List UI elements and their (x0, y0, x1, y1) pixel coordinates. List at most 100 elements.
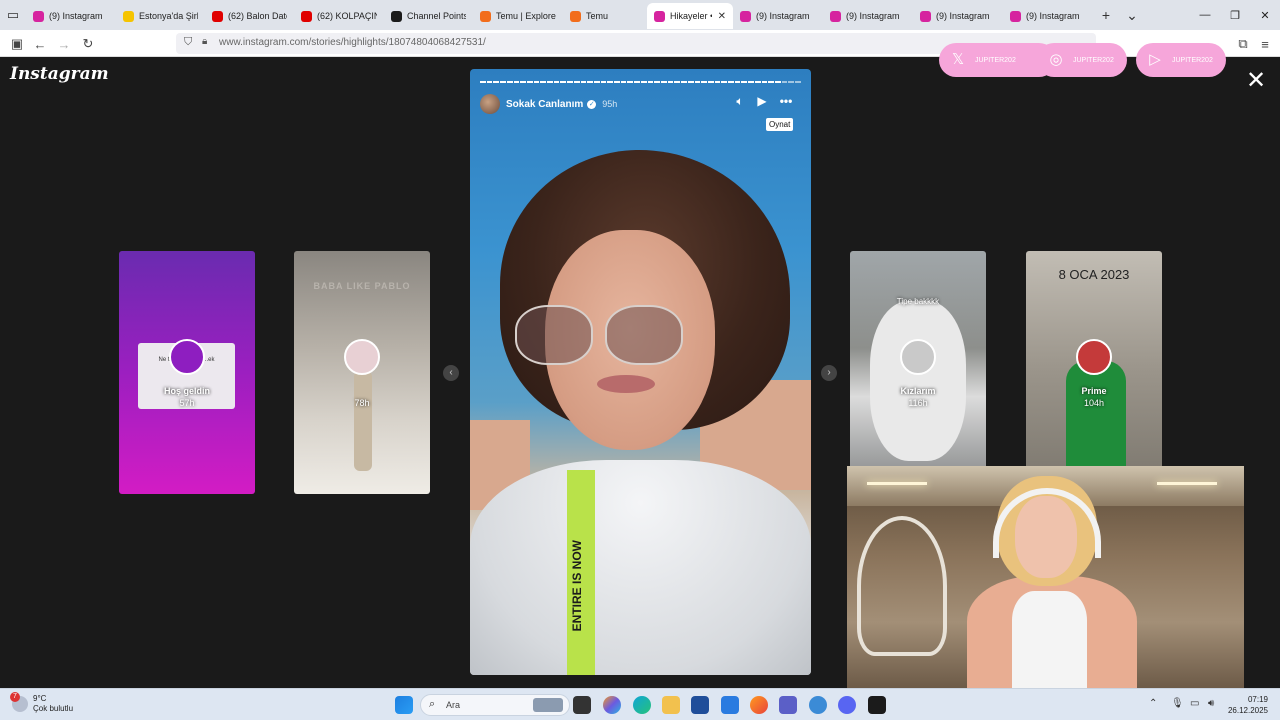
browser-tab[interactable]: (9) Instagram (733, 3, 823, 29)
next-story-arrow[interactable]: › (821, 365, 837, 381)
watermark-text: BABA LIKE PABLO (313, 281, 411, 291)
tab-list-icon[interactable]: ▭ (0, 0, 26, 30)
cloud-icon: 7 (10, 692, 28, 712)
forward-icon[interactable]: → (55, 35, 73, 53)
youtube-icon (301, 10, 312, 22)
url-text[interactable]: www.instagram.com/stories/highlights/180… (219, 37, 486, 48)
menu-icon[interactable]: ≡ (1256, 35, 1274, 53)
progress-segment (500, 81, 506, 83)
lightning-icon (123, 10, 134, 22)
progress-segment (694, 81, 701, 83)
progress-segment (486, 81, 493, 83)
highlight-time: 116h (908, 398, 928, 408)
browser-tab[interactable]: (9) Instagram (26, 3, 116, 29)
highlight-thumb-prime[interactable]: 8 OCA 2023 Prime 104h (1026, 251, 1162, 494)
highlight-avatar (900, 339, 936, 375)
progress-segment (660, 81, 667, 83)
kick-icon[interactable] (868, 696, 886, 714)
weather-widget[interactable]: 7 9°C Çok bulutlu (10, 692, 73, 714)
highlight-time: 78h (354, 398, 370, 408)
green-outfit (1066, 361, 1126, 471)
browser-tab[interactable]: Temu (563, 3, 647, 29)
tray-chevron-icon[interactable]: ⌃ (1149, 698, 1157, 709)
highlight-time: 57h (179, 398, 195, 408)
streamer-top (1012, 591, 1087, 689)
story-progress-bar (480, 81, 801, 83)
story-avatar[interactable] (480, 94, 500, 114)
progress-segment (593, 81, 600, 83)
tab-strip: (9) Instagram Estonya'da Şirket (62) Balon… (26, 1, 1093, 29)
story-subject-jacket (470, 460, 811, 675)
minimize-icon[interactable]: — (1190, 0, 1220, 30)
close-icon[interactable]: ✕ (1243, 68, 1269, 94)
youtube-icon: ▷ (1149, 51, 1161, 68)
highlight-thumb-hos-geldin[interactable]: Ne t... özel içe... ...ek istiyorsun? Ho… (119, 251, 255, 494)
progress-segment (513, 81, 520, 83)
file-explorer-icon[interactable] (662, 696, 680, 714)
story-username[interactable]: Sokak Canlanım (506, 99, 583, 110)
new-tab-button[interactable]: + (1093, 7, 1119, 23)
extensions-icon[interactable]: ⧉ (1234, 35, 1252, 53)
verified-icon: ✓ (587, 99, 597, 109)
volume-icon[interactable]: 🔊︎ (1208, 698, 1214, 709)
x-logo-icon: 𝕏 (951, 51, 965, 68)
back-icon[interactable]: ← (31, 35, 49, 53)
progress-segment (620, 81, 627, 83)
tab-close-icon[interactable]: ✕ (718, 11, 726, 22)
copilot-icon[interactable] (603, 696, 621, 714)
progress-segment (607, 81, 614, 83)
play-tooltip: Oynat (766, 118, 794, 131)
instagram-icon (33, 10, 44, 22)
tab-dropdown-icon[interactable]: ⌄ (1119, 7, 1145, 24)
browser-tab[interactable]: Estonya'da Şirket (116, 3, 205, 29)
shield-icon[interactable]: ⛉ (184, 36, 192, 49)
browser-tab[interactable]: (9) Instagram (823, 3, 913, 29)
firefox-icon[interactable] (750, 696, 768, 714)
play-icon[interactable]: ▶ (753, 94, 771, 108)
maximize-icon[interactable]: ❐ (1220, 0, 1250, 30)
weather-temp: 9°C (33, 694, 47, 703)
search-placeholder: Ara (446, 700, 461, 710)
instagram-icon (654, 10, 665, 22)
browser-tab[interactable]: (62) Balon Date S (205, 3, 294, 29)
tab-label: Channel Points - (407, 11, 466, 21)
browser-tab[interactable]: Temu | Explore th (473, 3, 563, 29)
more-options-icon[interactable]: ••• (777, 94, 795, 108)
task-view-icon[interactable] (573, 696, 591, 714)
settings-icon[interactable] (809, 696, 827, 714)
highlight-thumb-kizlarim[interactable]: Tipe bakkkk Kızlarım 116h (850, 251, 986, 494)
browser-tab[interactable]: (9) Instagram (1003, 3, 1093, 29)
prev-story-arrow[interactable]: ‹ (443, 365, 459, 381)
taskbar-search[interactable]: ⌕ Ara (420, 694, 570, 716)
progress-segment (627, 81, 634, 83)
instagram-icon (740, 10, 751, 22)
window-close-icon[interactable]: ✕ (1250, 0, 1280, 30)
mute-icon[interactable]: 🔈︎ (731, 94, 749, 109)
network-icon[interactable]: ▭ (1190, 698, 1199, 709)
temu-icon (570, 10, 581, 22)
store-icon[interactable] (691, 696, 709, 714)
progress-segment (533, 81, 540, 83)
highlight-title: Prime (1081, 386, 1107, 396)
highlight-thumb-78h[interactable]: BABA LIKE PABLO 78h (294, 251, 430, 494)
edge-icon[interactable] (633, 696, 651, 714)
instagram-logo[interactable]: Instagram (10, 64, 109, 84)
search-highlight-image (533, 698, 563, 712)
progress-segment (547, 81, 553, 83)
discord-icon[interactable] (838, 696, 856, 714)
browser-tab[interactable]: (9) Instagram (913, 3, 1003, 29)
sidebar-toggle-icon[interactable]: ▣ (8, 35, 26, 53)
progress-segment (781, 81, 788, 83)
outlook-icon[interactable] (721, 696, 739, 714)
browser-tab[interactable]: Hikayeler • Ins ✕ (647, 3, 733, 29)
taskbar-clock[interactable]: 07:19 26.12.2025 (1226, 694, 1268, 716)
microphone-icon[interactable]: 🎙︎ (1171, 698, 1184, 709)
browser-tab[interactable]: (62) KOLPAÇINO (294, 3, 384, 29)
windows-start-icon[interactable] (395, 696, 413, 714)
highlight-title: Kızlarım (900, 386, 936, 396)
reload-icon[interactable]: ↻ (79, 35, 97, 53)
progress-segment (754, 81, 761, 83)
teams-icon[interactable] (779, 696, 797, 714)
browser-tab[interactable]: Channel Points - (384, 3, 473, 29)
lock-icon[interactable]: 🔒︎ (202, 36, 207, 47)
